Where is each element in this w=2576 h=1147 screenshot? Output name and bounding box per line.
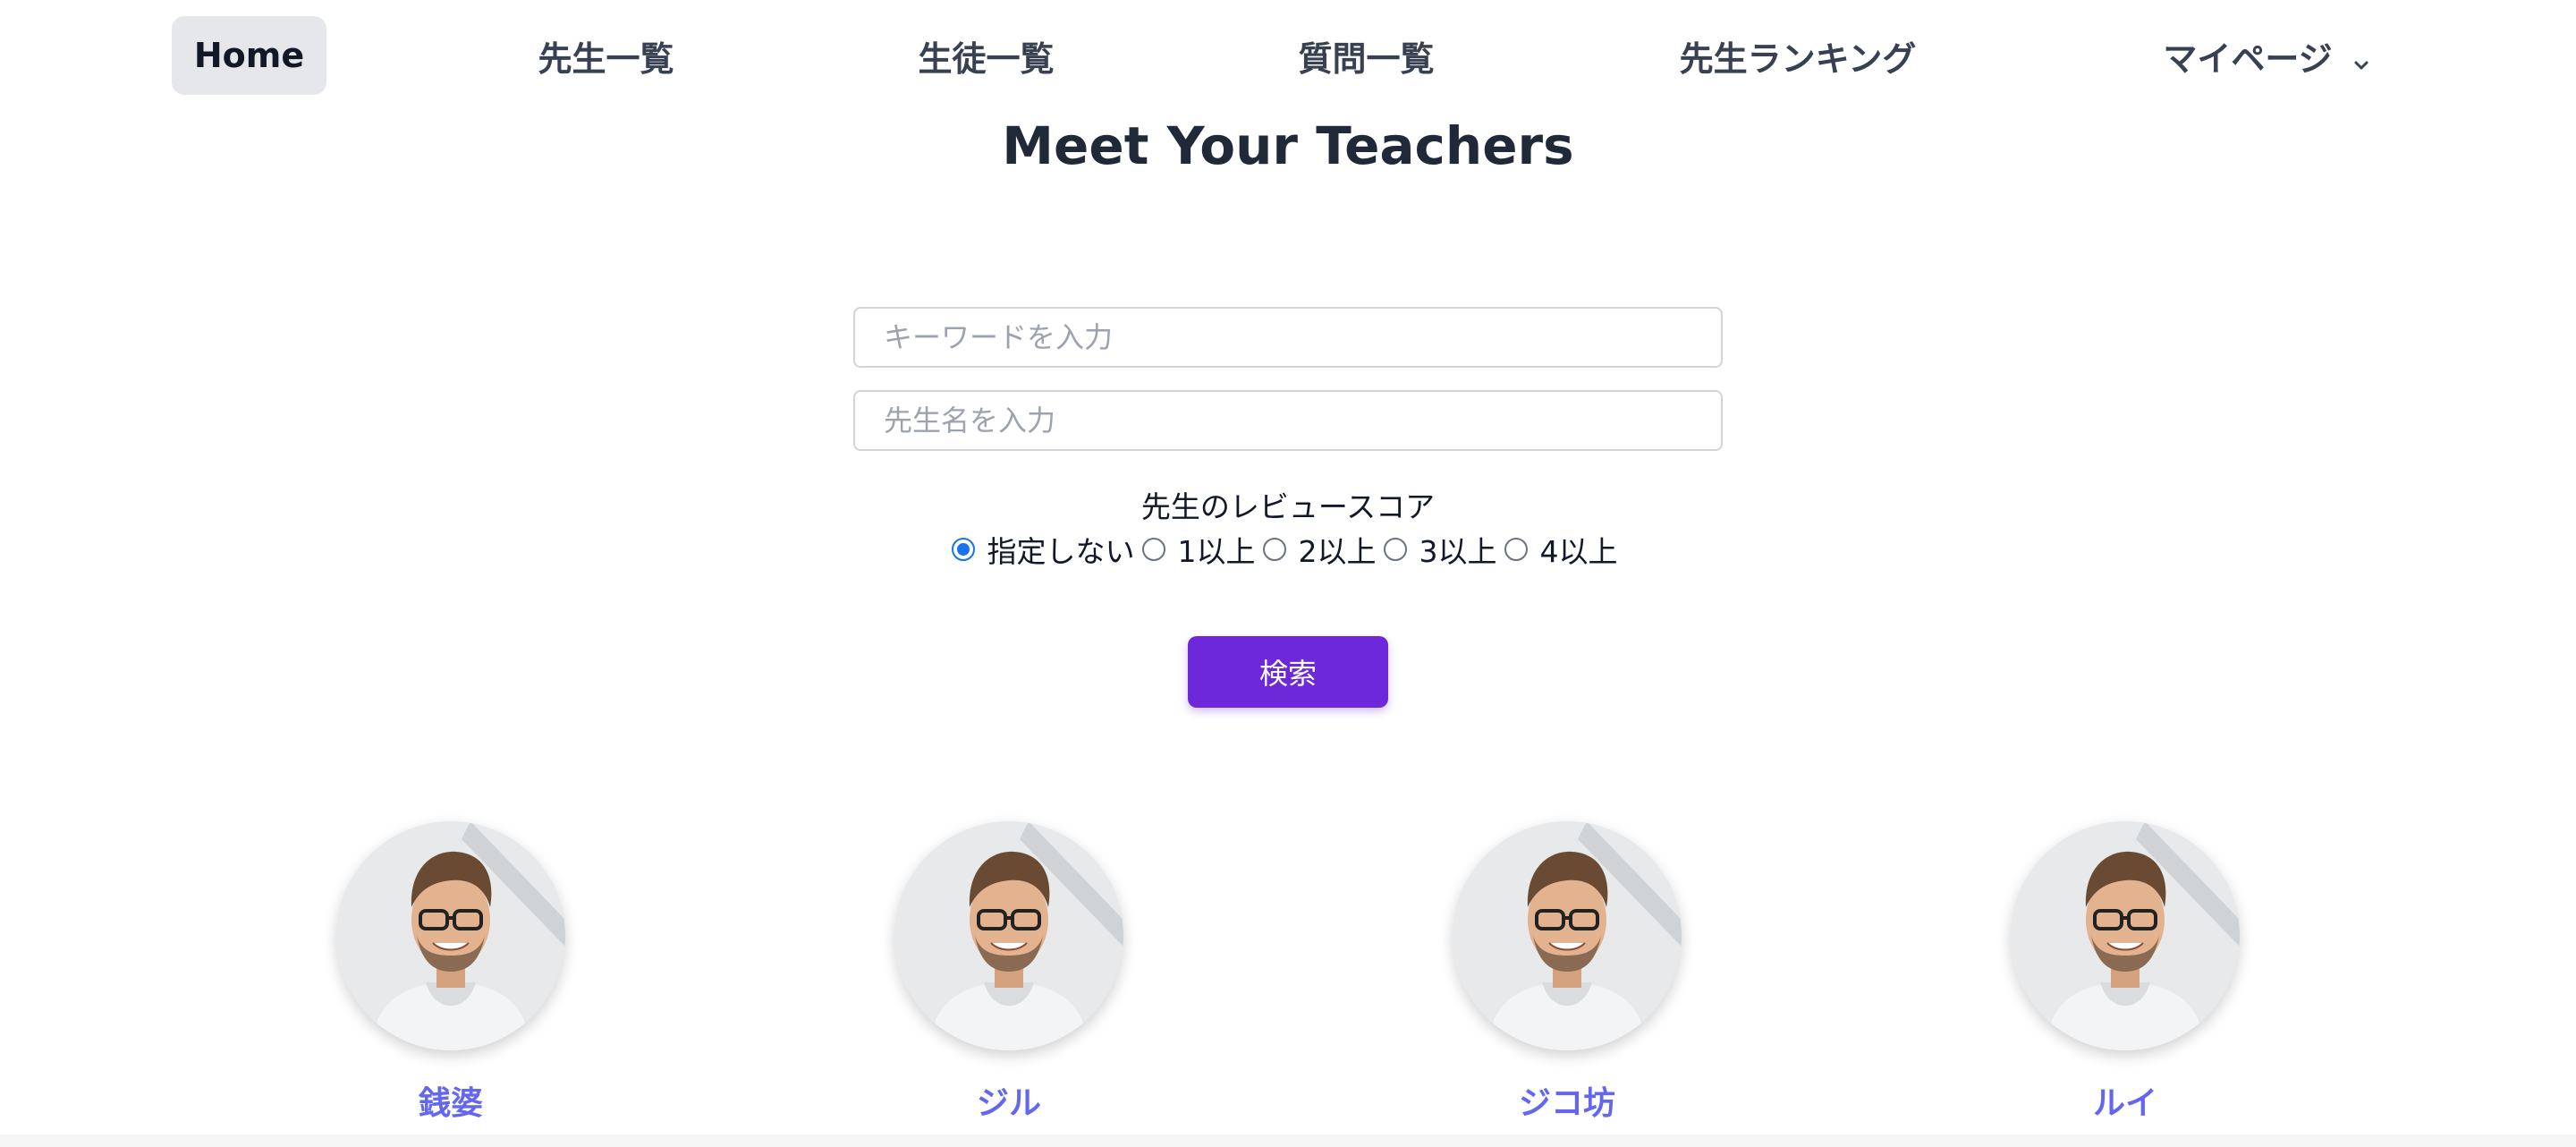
radio-option-3-plus[interactable]: 3以上 [1383,528,1497,571]
nav-teachers-link[interactable]: 先生一覧 [501,16,711,95]
review-score-radio-group: 指定しない 1以上 2以上 3以上 4以上 [0,528,2576,571]
radio-option-label: 1以上 [1177,534,1256,569]
teacher-card[interactable]: ジル [875,821,1143,1134]
nav-students-label: 生徒一覧 [918,38,1055,79]
keyword-search-input[interactable] [853,307,1723,368]
nav-mypage-dropdown[interactable]: マイページ [2147,16,2388,95]
nav-students-link[interactable]: 生徒一覧 [881,16,1091,95]
person-photo-icon [336,821,565,1050]
teacher-name[interactable]: ジル [875,1077,1143,1124]
radio-option-1-plus[interactable]: 1以上 [1141,528,1256,571]
nav-ranking-link[interactable]: 先生ランキング [1655,16,1941,95]
nav-mypage-label: マイページ [2163,38,2333,79]
radio-button[interactable] [1141,538,1165,561]
radio-option-2-plus[interactable]: 2以上 [1262,528,1377,571]
teacher-avatar[interactable] [894,821,1123,1050]
radio-button[interactable] [951,538,975,561]
radio-option-none[interactable]: 指定しない [951,528,1135,571]
nav-ranking-label: 先生ランキング [1679,38,1917,79]
teacher-name[interactable]: ルイ [1991,1077,2259,1124]
radio-button[interactable] [1383,538,1407,561]
radio-option-label: 2以上 [1298,534,1377,569]
teacher-avatar[interactable] [2011,821,2240,1050]
teacher-card[interactable]: 銭婆 [317,821,585,1134]
teacher-name-input[interactable] [853,390,1723,451]
radio-option-label: 4以上 [1539,534,1618,569]
radio-option-label: 3以上 [1419,534,1497,569]
search-button[interactable]: 検索 [1188,636,1388,708]
teacher-name[interactable]: 銭婆 [317,1077,585,1124]
teacher-avatar[interactable] [336,821,565,1050]
radio-button[interactable] [1504,538,1528,561]
radio-button[interactable] [1262,538,1286,561]
nav-questions-label: 質問一覧 [1298,38,1435,79]
page-bottom-strip [0,1134,2576,1147]
person-photo-icon [894,821,1123,1050]
radio-option-4-plus[interactable]: 4以上 [1504,528,1618,571]
nav-questions-link[interactable]: 質問一覧 [1261,16,1471,95]
teacher-name[interactable]: ジコ坊 [1433,1077,1701,1124]
page-title: Meet Your Teachers [1002,115,1574,176]
teacher-card[interactable]: ルイ [1991,821,2259,1134]
nav-home-link[interactable]: Home [172,16,326,95]
person-photo-icon [2011,821,2240,1050]
person-photo-icon [1453,821,1682,1050]
teacher-avatar[interactable] [1453,821,1682,1050]
review-score-label: 先生のレビュースコア [1140,489,1436,524]
teacher-card[interactable]: ジコ坊 [1433,821,1701,1134]
top-navigation: Home 先生一覧 生徒一覧 質問一覧 先生ランキング マイページ [0,0,2576,107]
nav-teachers-label: 先生一覧 [538,38,674,79]
radio-option-label: 指定しない [987,534,1135,569]
nav-home-label: Home [193,36,305,75]
chevron-down-icon [2351,45,2372,70]
